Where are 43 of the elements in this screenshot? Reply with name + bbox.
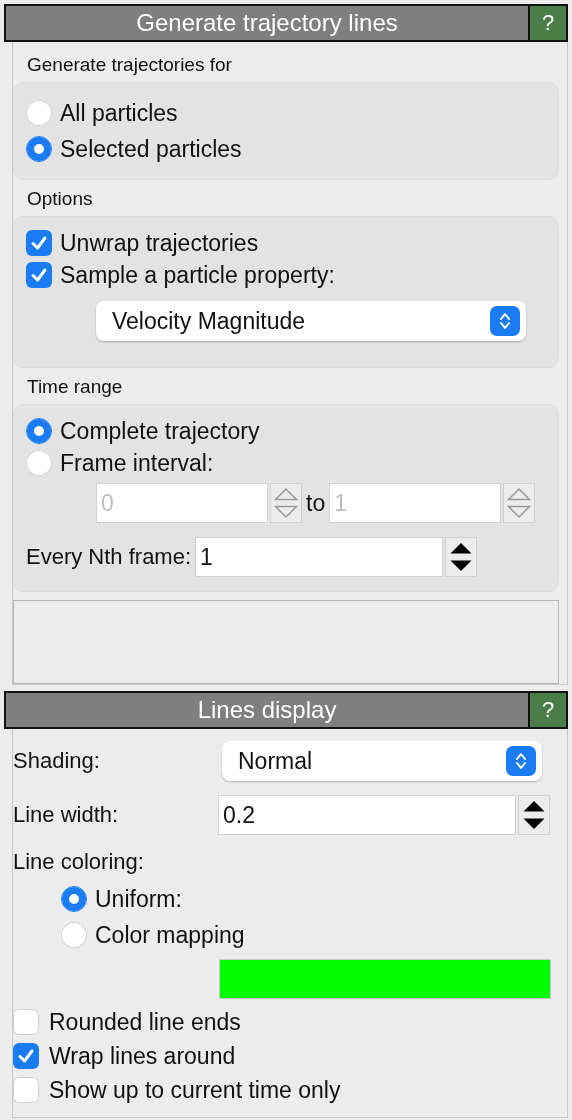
checkbox-label: Unwrap trajectories (60, 229, 259, 257)
help-button[interactable]: ? (528, 693, 566, 727)
spin-buttons[interactable] (518, 795, 550, 835)
radio-option[interactable]: All particles (26, 95, 546, 131)
range-separator: to (306, 489, 326, 517)
line-width-field[interactable]: 0.2 (218, 795, 516, 835)
help-button[interactable]: ? (528, 6, 566, 40)
checkbox[interactable] (26, 230, 52, 256)
radio-option[interactable]: Complete trajectory (26, 415, 546, 447)
radio-option[interactable]: Color mapping (61, 917, 559, 953)
checkbox-label: Rounded line ends (49, 1008, 241, 1036)
checkbox-label: Wrap lines around (49, 1042, 236, 1070)
group-title: Generate trajectories for (27, 54, 233, 77)
radio-button[interactable] (61, 922, 87, 948)
radio-button[interactable] (61, 886, 87, 912)
radio-option[interactable]: Frame interval: (26, 447, 546, 479)
radio-option[interactable]: Selected particles (26, 131, 546, 167)
radio-button[interactable] (26, 450, 52, 476)
radio-button[interactable] (26, 136, 52, 162)
radio-option[interactable]: Uniform: (61, 881, 559, 917)
field-label: Line coloring: (13, 849, 145, 875)
spin-buttons[interactable] (445, 537, 478, 577)
field-label: Every Nth frame: (26, 544, 192, 570)
field-label: Line width: (13, 802, 120, 828)
checkbox[interactable] (13, 1043, 39, 1069)
checkbox[interactable] (13, 1077, 39, 1103)
group-title: Time range (27, 376, 124, 399)
color-swatch[interactable] (219, 959, 551, 999)
panel-title: Generate trajectory lines (135, 8, 399, 38)
property-dropdown[interactable]: Velocity Magnitude (96, 301, 526, 341)
every-nth-frame-field[interactable]: 1 (195, 537, 444, 577)
checkbox-label: Sample a particle property: (60, 261, 335, 289)
dropdown-arrows-icon (490, 306, 520, 336)
checkbox[interactable] (13, 1009, 39, 1035)
shading-dropdown[interactable]: Normal (222, 741, 542, 781)
checkbox-label: Show up to current time only (49, 1076, 341, 1104)
panel-title: Lines display (196, 695, 338, 725)
radio-button[interactable] (26, 418, 52, 444)
radio-button[interactable] (26, 100, 52, 126)
group-title: Options (27, 188, 94, 211)
checkbox[interactable] (26, 262, 52, 288)
field-label: Shading: (13, 748, 101, 774)
dropdown-arrows-icon (506, 746, 536, 776)
